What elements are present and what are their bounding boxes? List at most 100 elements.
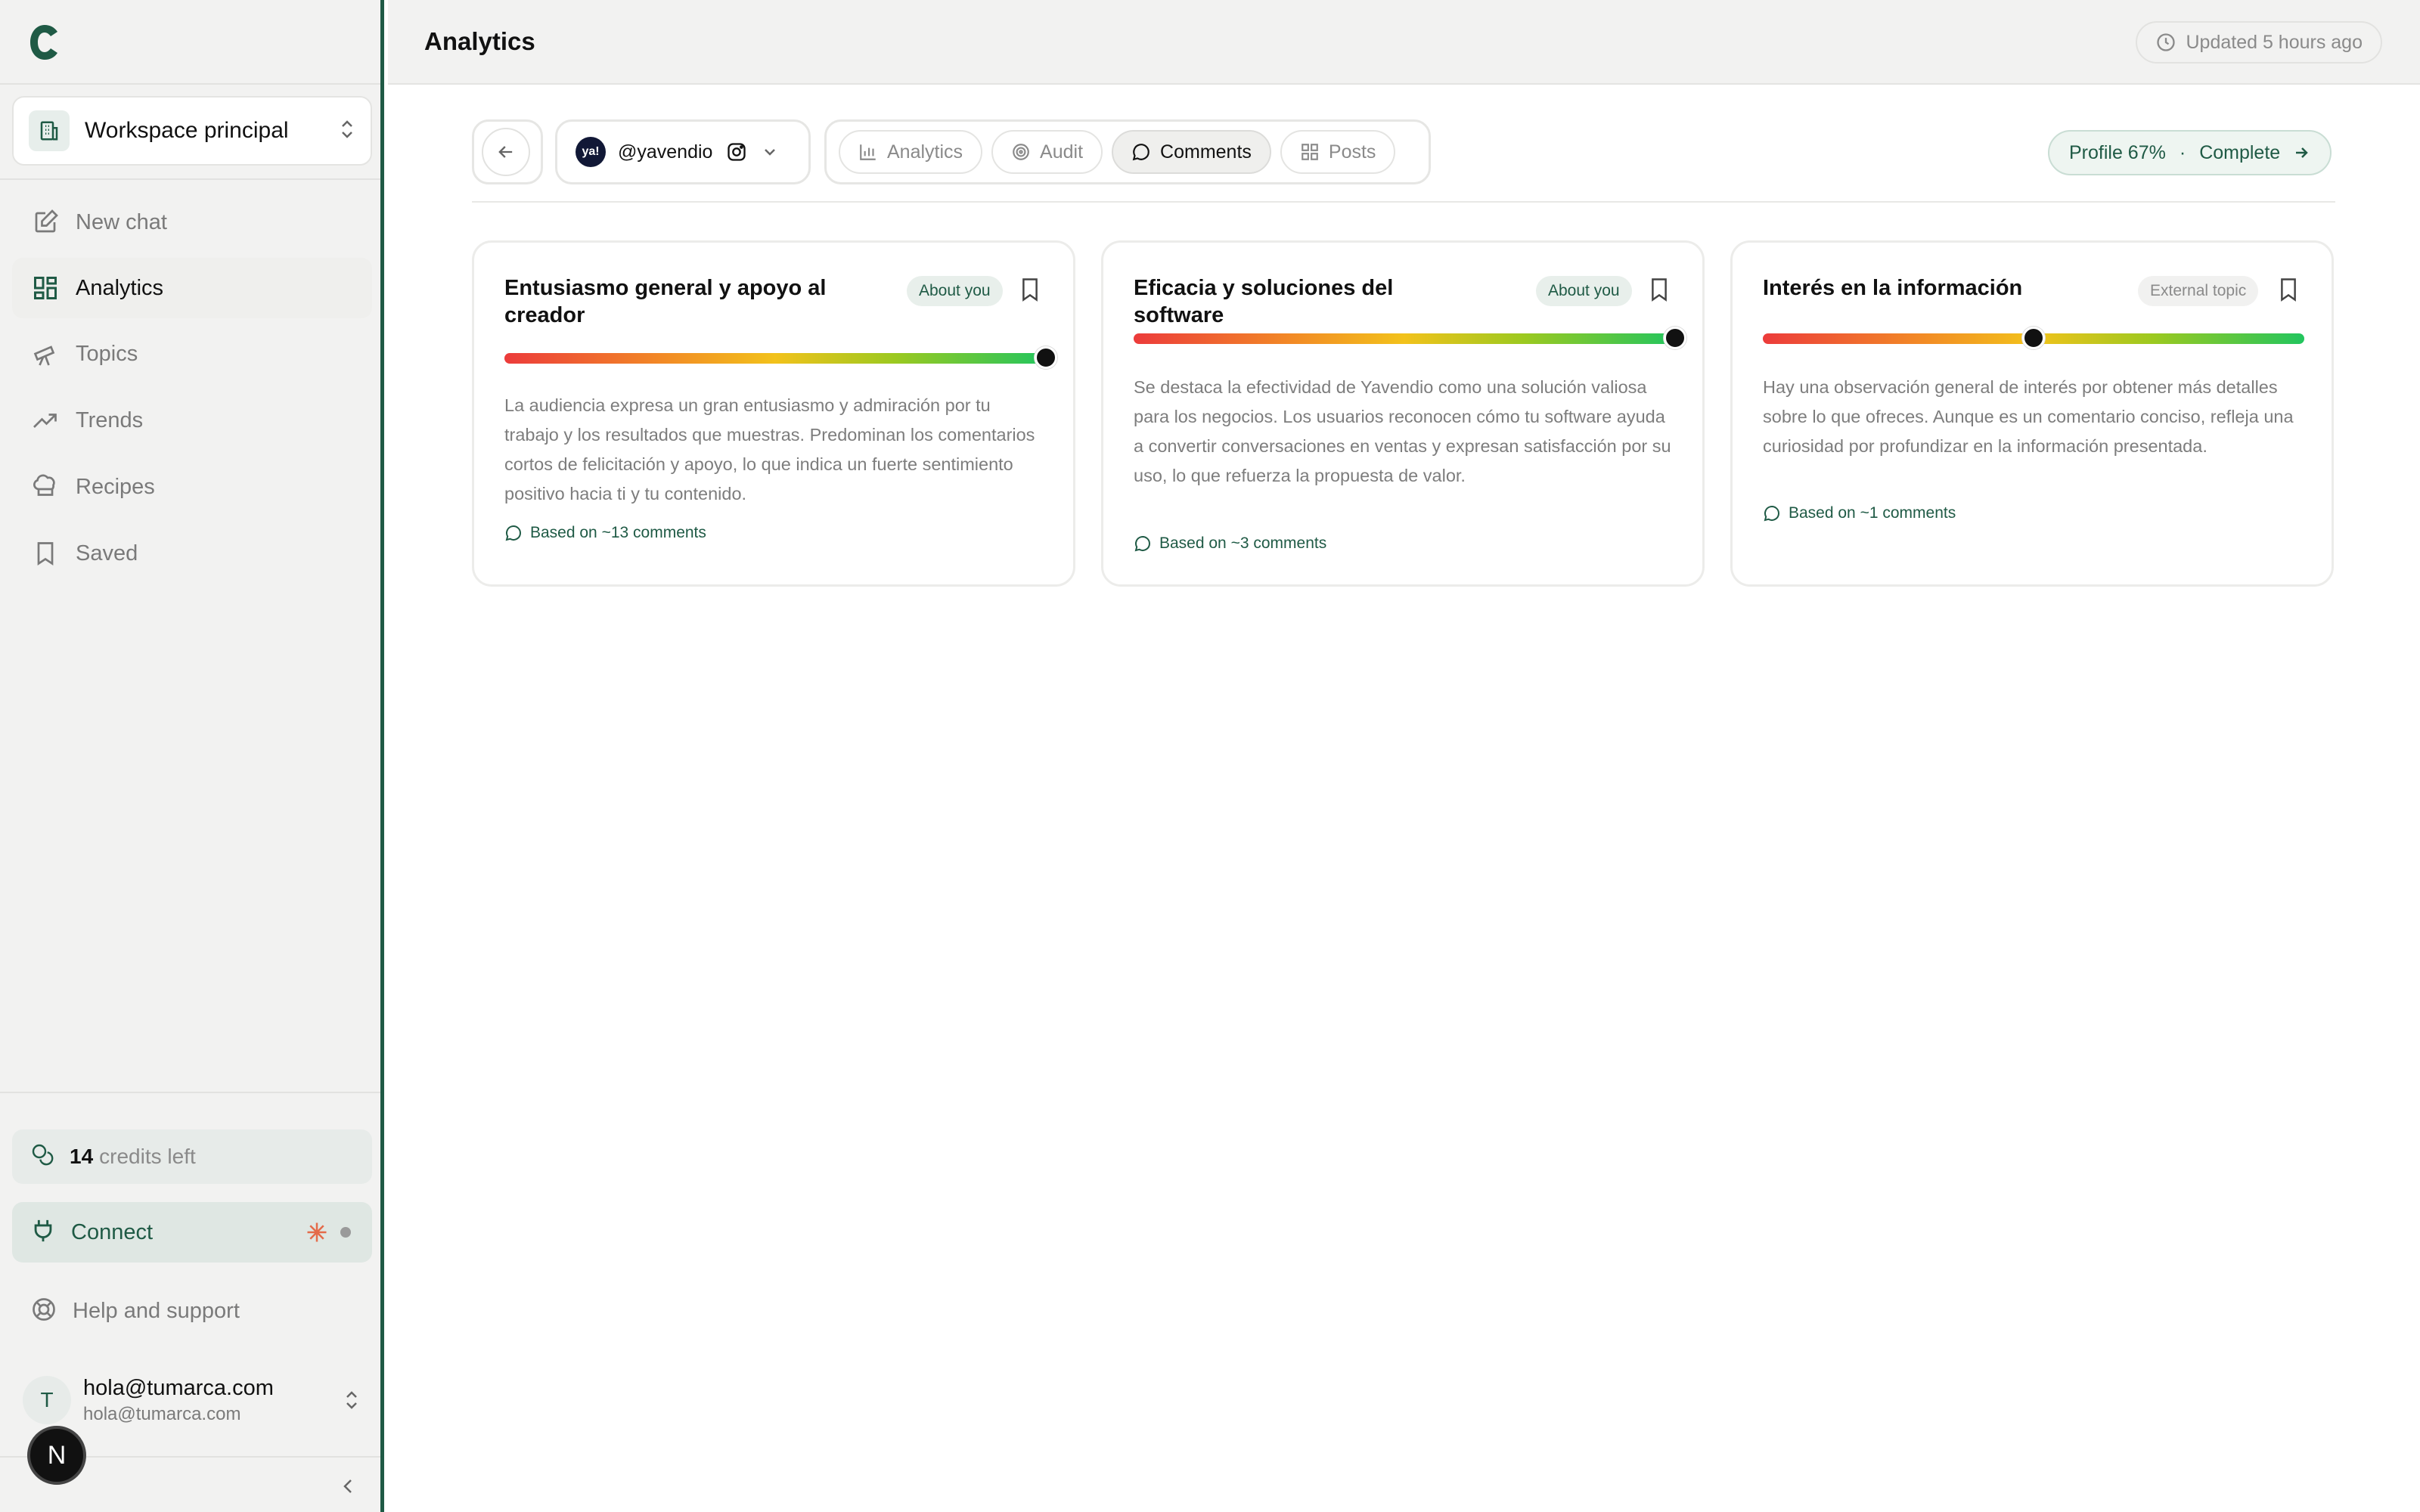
comment-icon: [1134, 534, 1152, 553]
sentiment-gauge: [504, 346, 1057, 369]
sidebar-item-label: Analytics: [76, 275, 164, 300]
sidebar-divider: [0, 83, 380, 85]
based-on-label: Based on ~3 comments: [1134, 534, 1326, 553]
sidebar-item-label: Topics: [76, 341, 138, 366]
sidebar-divider: [0, 178, 380, 180]
bar-chart-icon: [858, 142, 878, 162]
lifebuoy-icon: [30, 1296, 57, 1327]
sentiment-gauge: [1134, 327, 1686, 349]
bookmark-icon[interactable]: [1017, 276, 1043, 303]
sidebar-item-label: Trends: [76, 407, 144, 432]
updated-badge: Updated 5 hours ago: [2136, 21, 2382, 64]
bookmark-icon[interactable]: [1646, 276, 1672, 303]
bookmark-icon[interactable]: [2276, 276, 2301, 303]
bookmark-icon: [30, 538, 60, 569]
user-name: hola@tumarca.com: [83, 1375, 274, 1400]
account-handle: @yavendio: [618, 141, 713, 163]
tab-comments[interactable]: Comments: [1112, 130, 1271, 174]
credits-count: 14: [70, 1145, 94, 1168]
topic-card[interactable]: Entusiasmo general y apoyo al creador Ab…: [472, 240, 1075, 587]
coins-icon: [30, 1142, 54, 1172]
profile-complete-button[interactable]: Profile 67% · Complete: [2048, 130, 2332, 175]
avatar: T: [23, 1376, 71, 1424]
card-title: Interés en la información: [1763, 276, 2023, 300]
collapse-sidebar-icon[interactable]: [333, 1471, 363, 1501]
sidebar-item-analytics[interactable]: Analytics: [12, 258, 372, 318]
sidebar: Workspace principal New chat Analytics T…: [0, 0, 384, 1512]
topic-tag: About you: [907, 276, 1003, 306]
workspace-label: Workspace principal: [85, 118, 289, 143]
sidebar-item-label: Recipes: [76, 474, 155, 499]
sidebar-divider: [0, 1092, 380, 1093]
tab-label: Analytics: [887, 141, 963, 163]
based-on-text: Based on ~13 comments: [530, 524, 706, 541]
grid-icon: [30, 273, 60, 303]
tab-label: Audit: [1040, 141, 1084, 163]
trend-up-icon: [30, 405, 60, 435]
tab-posts[interactable]: Posts: [1280, 130, 1396, 174]
tab-label: Posts: [1328, 141, 1376, 163]
plug-icon: [30, 1218, 56, 1247]
separator: ·: [2179, 141, 2186, 163]
topic-tag: About you: [1536, 276, 1632, 306]
tab-label: Comments: [1160, 141, 1252, 163]
toolbar-divider: [472, 201, 2335, 203]
top-header: Analytics Updated 5 hours ago: [388, 0, 2420, 85]
comment-icon: [1131, 142, 1151, 162]
based-on-text: Based on ~3 comments: [1159, 534, 1327, 552]
topic-tag: External topic: [2138, 276, 2259, 306]
grid-icon: [1300, 142, 1320, 162]
back-button[interactable]: [482, 128, 530, 176]
comment-icon: [504, 524, 523, 542]
chevron-updown-icon: [343, 1389, 360, 1411]
sidebar-item-saved[interactable]: Saved: [12, 523, 372, 584]
tabs-group: Analytics Audit Comments Posts: [824, 119, 1431, 184]
instagram-icon: [726, 141, 747, 163]
sidebar-item-label: Saved: [76, 541, 138, 565]
user-info: hola@tumarca.com hola@tumarca.com: [83, 1376, 343, 1425]
connect-button[interactable]: Connect: [12, 1202, 372, 1263]
sidebar-item-recipes[interactable]: Recipes: [12, 457, 372, 517]
sentiment-knob: [1035, 346, 1057, 369]
card-title: Eficacia y soluciones del software: [1134, 276, 1394, 327]
based-on-label: Based on ~1 comments: [1763, 504, 1956, 522]
arrow-right-icon: [2292, 144, 2310, 162]
card-title: Entusiasmo general y apoyo al creador: [504, 276, 827, 327]
card-summary: Se destaca la efectividad de Yavendio co…: [1134, 377, 1671, 485]
sidebar-item-topics[interactable]: Topics: [12, 324, 372, 384]
telescope-icon: [30, 339, 60, 369]
user-menu[interactable]: T hola@tumarca.com hola@tumarca.com: [23, 1370, 372, 1430]
target-icon: [1011, 142, 1031, 162]
brand-logo-icon[interactable]: [27, 21, 62, 64]
status-dot-icon: [339, 1225, 352, 1239]
user-email: hola@tumarca.com: [83, 1403, 241, 1424]
sentiment-knob: [1664, 327, 1686, 349]
credits-indicator[interactable]: 14 credits left: [12, 1129, 372, 1184]
topic-card[interactable]: Eficacia y soluciones del software About…: [1101, 240, 1705, 587]
sparkle-icon: [306, 1221, 328, 1244]
card-summary: Hay una observación general de interés p…: [1763, 377, 2294, 456]
topic-card[interactable]: Interés en la información External topic…: [1730, 240, 2334, 587]
workspace-selector[interactable]: Workspace principal: [12, 96, 372, 166]
clock-icon: [2155, 32, 2176, 53]
help-support-link[interactable]: Help and support: [12, 1281, 372, 1341]
connect-label: Connect: [71, 1219, 154, 1244]
dev-badge-icon[interactable]: N: [27, 1426, 86, 1485]
profile-action-label: Complete: [2199, 141, 2281, 163]
sidebar-item-trends[interactable]: Trends: [12, 390, 372, 451]
building-icon: [29, 110, 70, 151]
chevron-updown-icon: [339, 118, 355, 144]
sidebar-item-label: New chat: [76, 209, 167, 234]
sidebar-item-new-chat[interactable]: New chat: [12, 192, 372, 253]
tab-analytics[interactable]: Analytics: [839, 130, 983, 174]
account-selector[interactable]: ya! @yavendio: [565, 128, 790, 176]
help-label: Help and support: [73, 1298, 240, 1323]
back-group: [472, 119, 543, 184]
pencil-square-icon: [30, 207, 60, 237]
tab-audit[interactable]: Audit: [991, 130, 1103, 174]
based-on-text: Based on ~1 comments: [1789, 504, 1956, 522]
chevron-down-icon: [761, 143, 779, 161]
sentiment-gauge: [1763, 327, 2304, 349]
chef-hat-icon: [30, 472, 60, 502]
credits-label: credits left: [99, 1145, 196, 1168]
